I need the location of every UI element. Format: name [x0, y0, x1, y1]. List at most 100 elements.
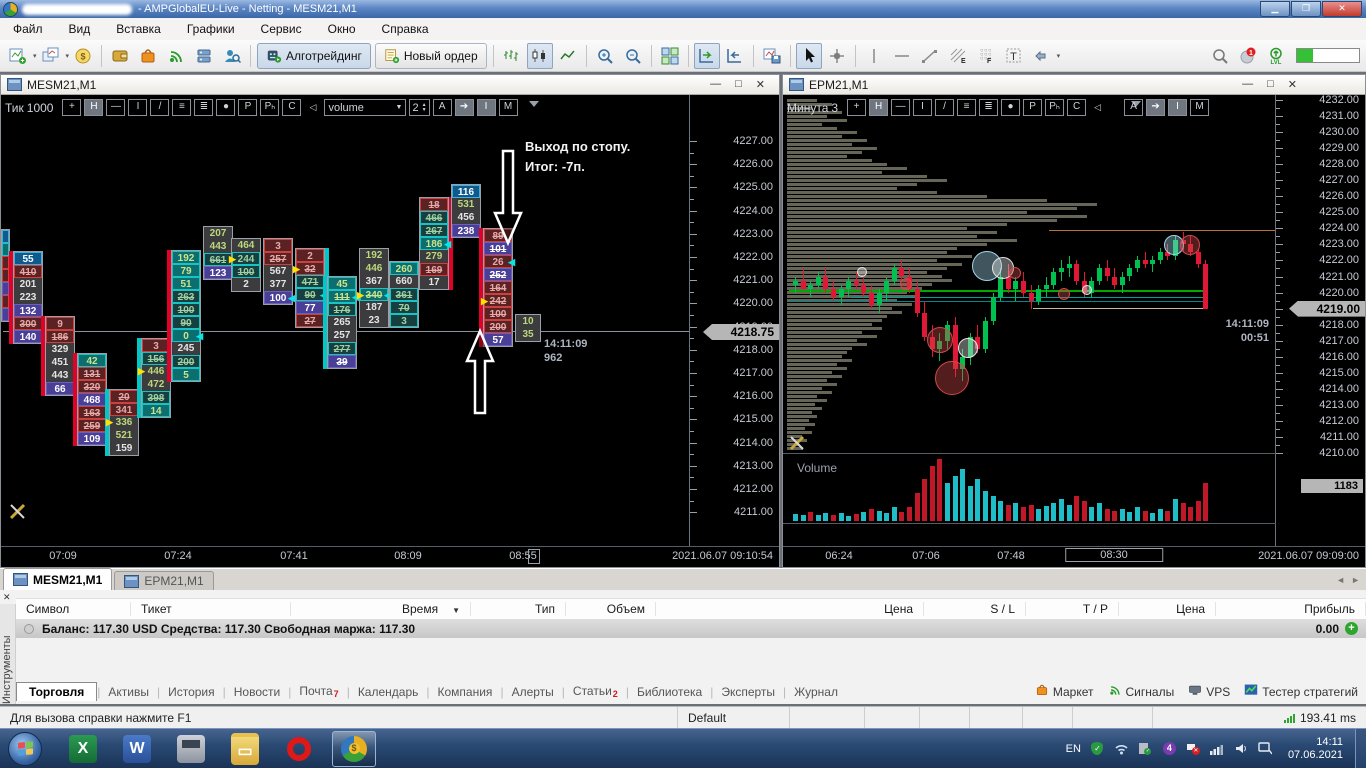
column-header-Время[interactable]: Время ▼ [291, 602, 471, 616]
chart-tool-H[interactable]: H [869, 99, 889, 116]
security-shield-icon[interactable]: ✓ [1090, 741, 1105, 756]
menu-item-Графики[interactable]: Графики [174, 19, 248, 39]
column-header-Символ[interactable]: Символ [16, 602, 131, 616]
chart-tool-I[interactable]: I [1168, 99, 1188, 116]
toolbox-tab-Компания[interactable]: Компания [430, 683, 501, 701]
chart-close-icon[interactable]: ✕ [756, 78, 765, 91]
chart-tool-≡[interactable]: ≡ [957, 99, 977, 116]
horizontal-line-icon[interactable] [889, 43, 915, 69]
column-header-Тип[interactable]: Тип [471, 602, 566, 616]
connection-status[interactable]: 193.41 ms [1153, 707, 1366, 729]
action-center-flag-icon[interactable]: ✕ [1186, 741, 1201, 756]
search-traders-icon[interactable] [219, 43, 245, 69]
menu-item-Вставка[interactable]: Вставка [103, 19, 174, 39]
profile-name[interactable]: Default [678, 707, 790, 729]
chart-tool-A[interactable]: A [432, 99, 452, 116]
taskbar-excel[interactable]: X [62, 732, 104, 766]
vertical-line-icon[interactable] [861, 43, 887, 69]
pane-divider[interactable] [783, 453, 1276, 454]
chart-restore-icon[interactable]: □ [735, 78, 742, 91]
cluster-chart-canvas[interactable]: Тик 1000 + H — I / ≡ ≣ ● P Pₕ C ◁ volume ▼ 2 ▲ ▼ A ➔ I M Выход… [1, 95, 779, 567]
chart-minimize-icon[interactable]: — [1242, 78, 1253, 91]
usb-device-icon[interactable]: ✓ [1138, 741, 1153, 756]
chart-tool-I[interactable]: I [476, 99, 496, 116]
dropdown-arrow-icon[interactable]: ▾ [33, 52, 37, 60]
chart-restore-icon[interactable]: □ [1267, 78, 1274, 91]
column-header-Прибыль[interactable]: Прибыль [1216, 602, 1366, 616]
toolbox-tab-Новости[interactable]: Новости [226, 683, 288, 701]
network-signal-icon[interactable] [1210, 741, 1225, 756]
chart-tool-/[interactable]: / [150, 99, 170, 116]
chart-minimize-icon[interactable]: — [710, 78, 721, 91]
toolbox-side-strip[interactable]: Инструменты [0, 604, 16, 704]
pane-divider[interactable] [783, 523, 1276, 524]
column-header-Тикет[interactable]: Тикет [131, 602, 291, 616]
zoom-out-icon[interactable] [620, 43, 646, 69]
algotrading-button[interactable]: Алготрейдинг [257, 42, 371, 69]
taskbar-metatrader5-active[interactable]: $ [332, 730, 376, 767]
chart-tab-MESM21,M1[interactable]: MESM21,M1 [3, 568, 113, 590]
toolbox-tab-История[interactable]: История [160, 683, 223, 701]
chart-tool-H[interactable]: H [84, 99, 104, 116]
column-header-Объем[interactable]: Объем [566, 602, 656, 616]
candle-chart-canvas[interactable]: Минута 3 + H — I / ≡ ≣ ● P Pₕ C ◁ A ➔ I M 14:11:09 00:51 … [783, 95, 1365, 567]
taskbar-word[interactable]: W [116, 732, 158, 766]
chart-tool-/[interactable]: / [935, 99, 955, 116]
column-header-T / P[interactable]: T / P [1026, 602, 1119, 616]
chart-tab-EPM21,M1[interactable]: EPM21,M1 [114, 571, 214, 590]
service-Сигналы[interactable]: Сигналы [1108, 683, 1174, 700]
tile-windows-icon[interactable] [657, 43, 683, 69]
market-icon[interactable] [135, 43, 161, 69]
cluster-mode-dropdown[interactable]: volume ▼ [324, 99, 407, 116]
chart-tool-I[interactable]: I [913, 99, 933, 116]
toolbox-tab-Журнал[interactable]: Журнал [786, 683, 846, 701]
chart-tool-A[interactable]: A [1124, 99, 1144, 116]
show-desktop-button[interactable] [1355, 728, 1366, 768]
chart-tool-I[interactable]: I [128, 99, 148, 116]
maximize-button[interactable]: ❐ [1291, 0, 1321, 17]
chart-tool-P[interactable]: P [1023, 99, 1043, 116]
shapes-icon[interactable] [1029, 43, 1055, 69]
close-button[interactable]: ✕ [1322, 0, 1362, 17]
auto-scroll-icon[interactable] [693, 42, 720, 69]
chart-shift-icon[interactable] [722, 43, 748, 69]
lvl-icon[interactable]: LVL [1263, 43, 1289, 69]
cursor-icon[interactable] [795, 42, 822, 69]
chart-tool-➔[interactable]: ➔ [454, 99, 474, 116]
collapse-icon[interactable]: ◁ [304, 100, 321, 115]
wallet-icon[interactable] [107, 43, 133, 69]
chart-tool-P[interactable]: P [238, 99, 258, 116]
signals-icon[interactable] [163, 43, 189, 69]
menu-item-Справка[interactable]: Справка [369, 19, 442, 39]
menu-item-Окно[interactable]: Окно [315, 19, 369, 39]
service-VPS[interactable]: VPS [1188, 683, 1230, 700]
line-icon[interactable] [555, 43, 581, 69]
search-icon[interactable] [1207, 43, 1233, 69]
minimize-button[interactable]: ▁ [1260, 0, 1290, 17]
chart-tool-M[interactable]: M [1190, 99, 1210, 116]
column-header-Цена[interactable]: Цена [1119, 602, 1216, 616]
zoom-in-icon[interactable] [592, 43, 618, 69]
chart-tool-+[interactable]: + [62, 99, 82, 116]
toolbox-tab-Библиотека[interactable]: Библиотека [629, 683, 710, 701]
taskbar-clock[interactable]: 14:11 07.06.2021 [1288, 736, 1343, 762]
trend-line-icon[interactable] [917, 43, 943, 69]
taskbar-calculator[interactable] [170, 732, 212, 766]
toolbox-tab-Торговля[interactable]: Торговля [16, 682, 98, 701]
chart-tool-≣[interactable]: ≣ [979, 99, 999, 116]
chart-tool-M[interactable]: M [498, 99, 518, 116]
new-order-plus-icon[interactable]: + [1345, 622, 1358, 635]
chart-tool-➔[interactable]: ➔ [1146, 99, 1166, 116]
cluster-scale-spinner[interactable]: 2 ▲ ▼ [409, 99, 430, 116]
crosshair-icon[interactable] [824, 43, 850, 69]
chart-tool-C[interactable]: C [1067, 99, 1087, 116]
vps-icon[interactable] [191, 43, 217, 69]
fibonacci-icon[interactable]: E [945, 43, 971, 69]
quotes-icon[interactable]: $ [70, 43, 96, 69]
chart-tool-≡[interactable]: ≡ [172, 99, 192, 116]
toolbox-tab-Активы[interactable]: Активы [100, 683, 157, 701]
menu-item-Сервис[interactable]: Сервис [248, 19, 315, 39]
dropdown-arrow-icon[interactable]: ▾ [66, 52, 70, 60]
start-button[interactable] [8, 731, 42, 766]
templates-icon[interactable] [759, 43, 785, 69]
